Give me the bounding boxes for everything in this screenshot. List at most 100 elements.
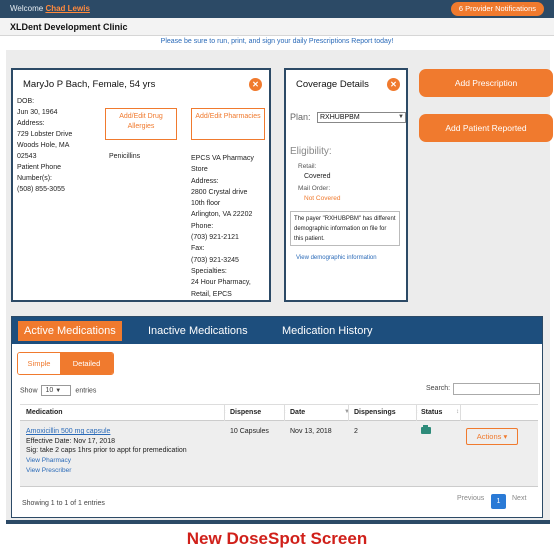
clinic-bar: XLDent Development Clinic [0,18,554,36]
close-patient-icon[interactable]: ✕ [249,78,262,91]
coverage-title: Coverage Details [296,79,369,90]
pharmacy-address-label: Address: [191,177,219,185]
coverage-card: Coverage Details ✕ Plan: RXHUBPBM ▼ Elig… [284,68,408,302]
entries-label: entries [75,387,97,395]
eligibility-label: Eligibility: [290,146,332,157]
mail-order-status: Not Covered [304,195,341,202]
plan-select[interactable]: RXHUBPBM ▼ [317,112,406,123]
view-prescriber-link[interactable]: View Prescriber [26,467,71,474]
column-divider [284,405,285,422]
add-prescription-button[interactable]: Add Prescription [419,69,553,97]
show-entries: Show 10 ▼ entries [20,385,96,396]
page-1-button[interactable]: 1 [491,494,506,509]
sig-text: Sig: take 2 caps 1hrs prior to appt for … [26,447,187,454]
top-bar: Welcome Chad Lewis 6 Provider Notificati… [0,0,554,18]
medication-tabs: Active Medications Inactive Medications … [12,317,542,344]
show-label: Show [20,387,38,395]
dob-value: Jun 30, 1964 [17,109,58,116]
address-line1: 729 Lobster Drive [17,131,73,138]
pharmacy-name-2: Store [191,166,208,174]
chevron-down-icon: ▼ [398,114,404,120]
pharmacy-address-1: 2800 Crystal drive [191,188,248,196]
view-toggle: Simple Detailed [17,352,114,375]
date-cell: Nov 13, 2018 [290,428,332,435]
payer-note: The payer "RXHUBPBM" has different demog… [290,211,400,246]
view-demographic-link[interactable]: View demographic information [296,255,377,261]
welcome-text: Welcome Chad Lewis [10,4,90,13]
dispensings-cell: 2 [354,428,358,435]
previous-page-button[interactable]: Previous [457,495,484,502]
column-divider [224,405,225,422]
column-status[interactable]: Status ↕ [421,409,459,416]
phone-value: (508) 855-3055 [17,186,65,193]
pharmacy-details: EPCS VA Pharmacy Store Address: 2800 Cry… [191,153,269,300]
pharmacy-phone: (703) 921-2121 [191,234,239,242]
column-divider [348,405,349,422]
patient-card: MaryJo P Bach, Female, 54 yrs ✕ DOB: Jun… [11,68,271,302]
entries-select[interactable]: 10 ▼ [41,385,72,396]
column-status-label: Status [421,409,443,416]
view-pharmacy-link[interactable]: View Pharmacy [26,457,71,464]
patient-demographics: DOB: Jun 30, 1964 Address: 729 Lobster D… [17,96,95,195]
medication-name-link[interactable]: Amoxicillin 500 mg capsule [26,428,110,435]
patient-header: MaryJo P Bach, Female, 54 yrs [23,79,156,90]
column-dispense[interactable]: Dispense↕ [230,409,286,416]
column-date[interactable]: Date▼ [290,409,350,416]
pharmacy-phone-label: Phone: [191,222,214,230]
dispense-cell: 10 Capsules [230,428,269,435]
allergy-item: Penicillins [109,153,141,160]
pharmacy-fax-label: Fax: [191,245,205,253]
medication-panel: Active Medications Inactive Medications … [11,316,543,518]
clinic-name: XLDent Development Clinic [10,22,128,32]
retail-label: Retail: [298,163,317,170]
sort-icon: ↕ [456,409,459,415]
tab-active-medications[interactable]: Active Medications [18,321,122,341]
mail-order-label: Mail Order: [298,185,331,192]
effective-date: Effective Date: Nov 17, 2018 [26,438,115,445]
column-dispense-label: Dispense [230,409,262,416]
entries-value: 10 [45,387,54,394]
column-divider [416,405,417,422]
reminder-link[interactable]: Please be sure to run, print, and sign y… [0,38,554,45]
search-input[interactable] [453,383,540,395]
next-page-button[interactable]: Next [512,495,526,502]
table-row: Amoxicillin 500 mg capsule Effective Dat… [20,421,538,487]
detailed-view-button[interactable]: Detailed [60,353,113,374]
retail-status: Covered [304,173,331,180]
provider-notifications-button[interactable]: 6 Provider Notifications [450,2,544,16]
status-printer-icon[interactable] [421,425,431,434]
chevron-down-icon: ▼ [55,388,62,394]
address-label: Address: [17,120,45,127]
column-dispensings[interactable]: Dispensings↕ [354,409,418,416]
column-dispensings-label: Dispensings [354,409,396,416]
plan-label: Plan: [290,112,311,122]
tab-inactive-medications[interactable]: Inactive Medications [142,321,254,341]
add-patient-reported-button[interactable]: Add Patient Reported [419,114,553,142]
edit-drug-allergies-button[interactable]: Add/Edit Drug Allergies [105,108,177,140]
pharmacy-address-3: Arlington, VA 22202 [191,211,253,219]
edit-pharmacies-button[interactable]: Add/Edit Pharmacies [191,108,265,140]
pharmacy-name: EPCS VA Pharmacy [191,155,254,162]
pharmacy-specialties-label: Specialties: [191,267,227,275]
welcome-prefix: Welcome [10,4,44,13]
phone-label-2: Number(s): [17,175,53,182]
pharmacy-specialties-2: Retail, EPCS [191,290,232,298]
bottom-strip [6,520,550,524]
pharmacy-fax: (703) 921-3245 [191,256,239,264]
close-coverage-icon[interactable]: ✕ [387,78,400,91]
column-medication[interactable]: Medication↕ [26,409,226,416]
pharmacy-address-2: 10th floor [191,200,221,208]
pharmacy-specialties-1: 24 Hour Pharmacy, [191,279,251,287]
showing-entries: Showing 1 to 1 of 1 entries [22,500,105,507]
tab-medication-history[interactable]: Medication History [276,321,378,341]
table-header: Medication↕ Dispense↕ Date▼ Dispensings↕… [20,404,538,422]
screenshot-caption: New DoseSpot Screen [186,529,368,548]
column-divider [460,405,461,422]
dob-label: DOB: [17,98,35,105]
user-name-link[interactable]: Chad Lewis [45,4,89,13]
column-medication-label: Medication [26,409,63,416]
actions-dropdown-button[interactable]: Actions ▾ [466,428,518,445]
plan-value: RXHUBPBM [320,114,360,121]
phone-label: Patient Phone [17,164,61,171]
simple-view-button[interactable]: Simple [18,353,60,374]
